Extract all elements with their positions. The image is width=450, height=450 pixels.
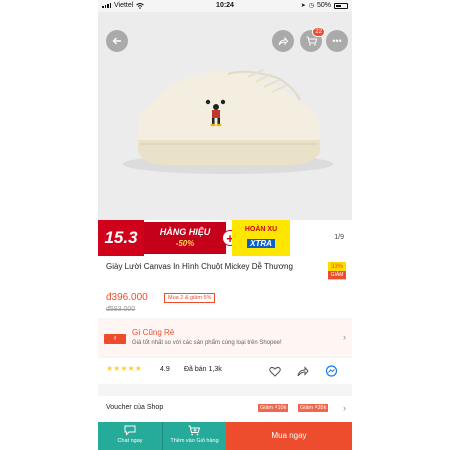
alarm-icon: ◷	[308, 3, 314, 9]
more-dots-icon: •••	[332, 35, 342, 46]
shop-voucher-row[interactable]: Voucher của Shop Giảm ₫10k Giảm ₫35k ›	[98, 396, 352, 422]
discount-label: GIẢM	[328, 271, 346, 279]
share-arrow-icon	[297, 365, 309, 376]
cheap-subtitle: Giá tốt nhất so với các sản phẩm cùng lo…	[132, 340, 282, 346]
sold-count: Đã bán 1,3k	[184, 366, 222, 373]
share-icon	[278, 36, 288, 46]
bundle-promo-tag[interactable]: Mua 2 & giảm 5%	[164, 293, 216, 303]
product-image[interactable]: 22 •••	[98, 12, 352, 220]
share-product-button[interactable]	[296, 364, 310, 378]
rating-row: ★★★★★ 4.9 Đã bán 1,3k	[98, 358, 352, 384]
phone-screen: Viettel 10:24 ➤ ◷ 50% 22 ••• 15.3 HÀNG H…	[98, 0, 352, 450]
banner-line1: HÀNG HIỆU	[159, 227, 211, 237]
arrow-left-icon	[112, 37, 121, 45]
cart-count-badge: 22	[312, 27, 325, 37]
location-icon: ➤	[300, 3, 306, 9]
favorite-button[interactable]	[268, 364, 282, 378]
cart-button[interactable]: 22	[300, 27, 325, 52]
banner-cashback: HOÀN XU XTRA	[232, 220, 290, 256]
banner-cashback-line2: XTRA	[247, 239, 275, 248]
chat-label: Chat ngay	[117, 438, 143, 444]
add-cart-icon	[188, 425, 201, 436]
cheap-logo-icon: ₫	[104, 334, 126, 344]
chat-button[interactable]: Chat ngay	[98, 422, 162, 450]
cheap-title: Gì Cũng Rẻ	[132, 328, 175, 337]
add-to-cart-button[interactable]: Thêm vào Giỏ hàng	[162, 422, 226, 450]
banner-brand-sale: HÀNG HIỆU -50%	[144, 222, 226, 254]
product-title: Giày Lười Canvas In Hình Chuột Mickey Dễ…	[106, 262, 293, 271]
chat-icon	[124, 425, 136, 436]
product-price: đ396.000	[106, 292, 148, 303]
messenger-button[interactable]	[324, 364, 338, 378]
cheap-guarantee-row[interactable]: ₫ Gì Cũng Rẻ Giá tốt nhất so với các sản…	[98, 320, 352, 356]
voucher-tag-1: Giảm ₫10k	[258, 404, 289, 412]
add-cart-label: Thêm vào Giỏ hàng	[170, 438, 219, 444]
product-info: Giày Lười Canvas In Hình Chuột Mickey Dễ…	[98, 256, 352, 318]
rating-stars: ★★★★★	[106, 364, 142, 373]
bottom-action-bar: Chat ngay Thêm vào Giỏ hàng Mua ngay	[98, 422, 352, 450]
battery-percent: 50%	[316, 2, 331, 9]
cart-icon	[306, 36, 317, 46]
messenger-icon	[325, 364, 337, 377]
status-bar: Viettel 10:24 ➤ ◷ 50%	[98, 0, 352, 12]
status-right: ➤ ◷ 50%	[301, 2, 348, 9]
back-button[interactable]	[106, 30, 128, 52]
voucher-tag-2: Giảm ₫35k	[298, 404, 329, 412]
banner-cashback-line1: HOÀN XU	[244, 226, 278, 233]
chevron-right-icon: ›	[343, 403, 346, 413]
image-page-indicator: 1/9	[334, 234, 344, 241]
battery-icon	[334, 2, 348, 9]
rating-value: 4.9	[160, 366, 170, 373]
voucher-label: Voucher của Shop	[106, 404, 164, 411]
banner-date: 15.3	[98, 220, 144, 256]
chevron-right-icon: ›	[343, 332, 346, 342]
heart-icon	[269, 366, 281, 377]
buy-now-button[interactable]: Mua ngay	[226, 422, 352, 450]
discount-percent: 33%	[330, 264, 343, 270]
promo-banner[interactable]: 15.3 HÀNG HIỆU -50% + HOÀN XU XTRA 1/9	[98, 220, 352, 256]
banner-line2: -50%	[175, 239, 195, 248]
share-button[interactable]	[272, 30, 294, 52]
discount-badge: 33% GIẢM	[328, 262, 346, 280]
more-button[interactable]: •••	[326, 30, 348, 52]
original-price: đ593.000	[106, 306, 136, 313]
